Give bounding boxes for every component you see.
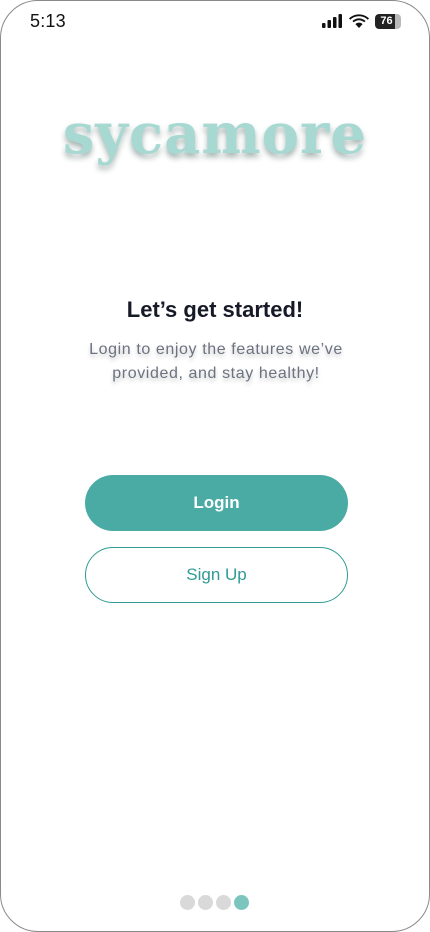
sign-up-button[interactable]: Sign Up bbox=[85, 547, 348, 603]
page-indicator bbox=[1, 895, 429, 910]
status-time: 5:13 bbox=[30, 11, 66, 31]
page-dot[interactable] bbox=[180, 895, 195, 910]
status-icons: 76 bbox=[322, 12, 401, 30]
battery-level: 76 bbox=[380, 14, 393, 27]
phone-screen: 5:13 76 sycamore Let’s get started! Logi… bbox=[0, 0, 430, 932]
page-dot[interactable] bbox=[216, 895, 231, 910]
status-bar: 5:13 76 bbox=[1, 1, 429, 45]
battery-icon: 76 bbox=[375, 13, 401, 29]
page-dot[interactable] bbox=[198, 895, 213, 910]
login-button[interactable]: Login bbox=[85, 475, 348, 531]
app-logo: sycamore bbox=[62, 101, 368, 167]
wifi-icon bbox=[349, 13, 369, 28]
page-title: Let’s get started! bbox=[126, 297, 304, 322]
page-subtitle: Login to enjoy the features we’ve provid… bbox=[89, 341, 343, 382]
page-dot[interactable] bbox=[234, 895, 249, 910]
cellular-signal-icon bbox=[322, 14, 342, 28]
